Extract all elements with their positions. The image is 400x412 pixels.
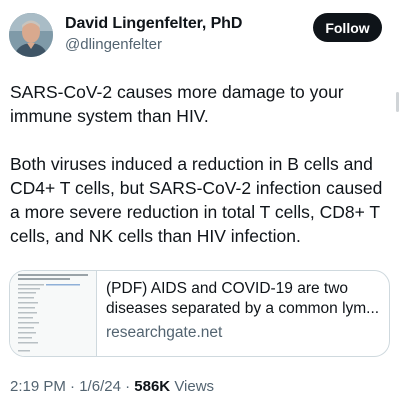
card-title-line: diseases separated by a common lym...	[106, 300, 380, 317]
tweet-paragraph: SARS-CoV-2 causes more damage to your im…	[10, 82, 344, 126]
tweet-paragraph: Both viruses induced a reduction in B ce…	[10, 154, 383, 246]
card-domain: researchgate.net	[106, 324, 223, 341]
tweet-meta: 2:19 PM · 1/6/24 · 586K Views	[10, 378, 214, 395]
views-count: 586K	[134, 378, 171, 395]
document-preview-icon	[10, 271, 96, 356]
author-name[interactable]: David Lingenfelter, PhD	[65, 15, 242, 33]
avatar-image	[9, 13, 53, 57]
tweet-date[interactable]: 1/6/24	[79, 378, 121, 395]
meta-separator: ·	[125, 378, 131, 395]
meta-separator: ·	[70, 378, 76, 395]
link-card[interactable]: (PDF) AIDS and COVID-19 are two diseases…	[9, 270, 390, 357]
follow-button[interactable]: Follow	[313, 13, 382, 42]
card-title-line: (PDF) AIDS and COVID-19 are two	[106, 280, 349, 297]
avatar[interactable]	[9, 13, 53, 57]
scrollbar[interactable]	[396, 92, 399, 112]
tweet-time[interactable]: 2:19 PM	[10, 378, 66, 395]
card-title: (PDF) AIDS and COVID-19 are two diseases…	[106, 279, 384, 319]
views-label: Views	[174, 378, 215, 395]
author-handle[interactable]: @dlingenfelter	[65, 36, 162, 53]
tweet: David Lingenfelter, PhD @dlingenfelter F…	[0, 0, 400, 412]
card-thumbnail	[10, 271, 97, 356]
tweet-text: SARS-CoV-2 causes more damage to your im…	[10, 80, 394, 248]
